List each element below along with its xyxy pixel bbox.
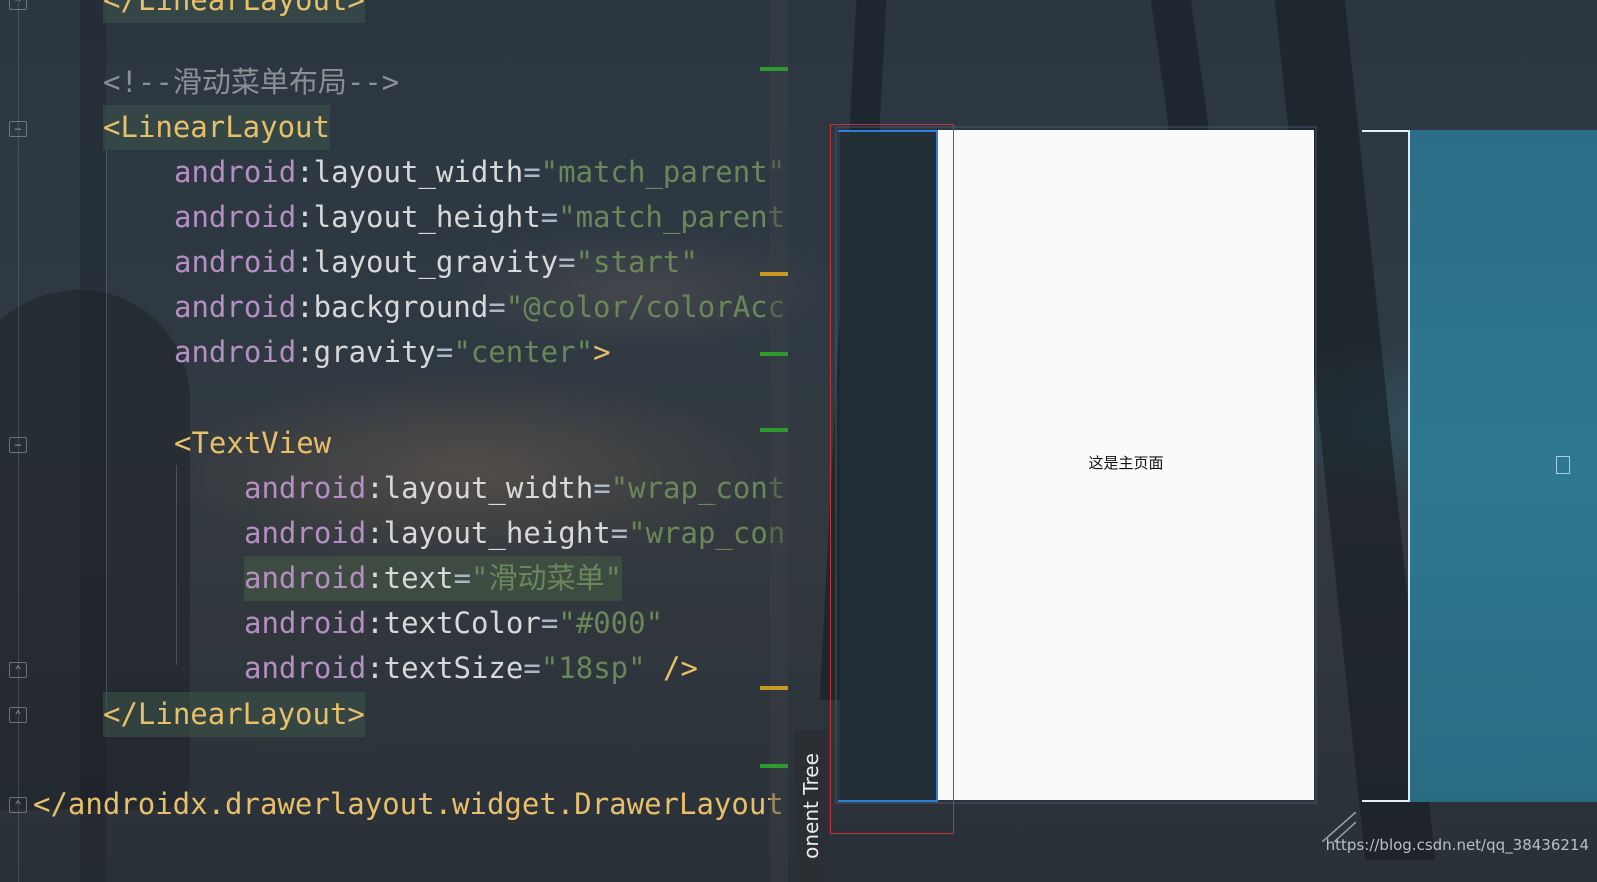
code-token: = <box>558 245 576 279</box>
fold-icon[interactable]: − <box>9 121 27 137</box>
code-token: = <box>523 651 541 685</box>
scroll-marker <box>760 352 788 356</box>
code-token: "@color/colorAcc <box>505 290 786 324</box>
fold-icon[interactable]: − <box>9 437 27 453</box>
fold-icon[interactable]: ⌃ <box>9 797 27 813</box>
scroll-marker <box>760 67 788 71</box>
code-line: android:gravity="center"> <box>174 330 611 375</box>
scroll-marker <box>760 428 788 432</box>
code-token: android <box>244 561 367 595</box>
fold-icon[interactable]: ⌃ <box>9 0 27 10</box>
code-token: :layout_height <box>296 200 541 234</box>
code-token: :textSize <box>366 651 524 685</box>
blueprint-widget <box>1556 456 1570 474</box>
code-token: = <box>610 516 629 550</box>
code-token: <TextView <box>174 426 332 460</box>
code-line: </LinearLayout> <box>103 0 365 23</box>
component-tree-tab[interactable]: onent Tree <box>794 730 828 882</box>
code-line: android:layout_height="match_parent <box>174 195 785 240</box>
code-token: "start" <box>575 245 698 279</box>
code-editor[interactable]: ⌃ − − ⌃ ⌃ ⌃ </LinearLayout> <!--滑动菜单布局--… <box>0 0 790 882</box>
scroll-marker <box>760 272 788 276</box>
code-token: android <box>244 606 367 640</box>
code-token: /> <box>645 651 698 685</box>
code-token: </LinearLayout> <box>103 0 365 17</box>
code-token: = <box>593 471 611 505</box>
code-line: android:textSize="18sp" /> <box>244 646 698 691</box>
code-token: android <box>244 651 367 685</box>
code-token: "#000" <box>558 606 664 640</box>
code-line: android:text="滑动菜单" <box>244 556 622 601</box>
code-line: android:textColor="#000" <box>244 601 663 646</box>
code-token: = <box>435 335 454 369</box>
code-token: <!--滑动菜单布局--> <box>103 65 400 99</box>
code-token: "wrap_cont <box>610 471 786 505</box>
fold-icon[interactable]: ⌃ <box>9 707 27 723</box>
editor-scrollbar[interactable] <box>770 0 788 882</box>
code-line: android:layout_gravity="start" <box>174 240 698 285</box>
scroll-marker <box>760 764 788 768</box>
main-page-preview[interactable]: 这是主页面 <box>938 130 1314 800</box>
code-token: :gravity <box>296 335 436 369</box>
code-token: <LinearLayout <box>103 110 330 144</box>
code-token: android <box>174 335 297 369</box>
code-token: "18sp" <box>540 651 646 685</box>
code-token: = <box>488 290 506 324</box>
code-line: <LinearLayout <box>103 105 330 150</box>
code-token: "wrap_con <box>628 516 786 550</box>
code-token: android <box>174 290 297 324</box>
code-token: = <box>540 606 559 640</box>
code-token: = <box>540 200 559 234</box>
code-token: :layout_width <box>296 155 524 189</box>
code-line: <!--滑动菜单布局--> <box>103 60 399 105</box>
code-token: :layout_gravity <box>296 245 559 279</box>
code-token: android <box>174 155 297 189</box>
code-line: android:layout_height="wrap_con <box>244 511 785 556</box>
code-token: android <box>244 471 367 505</box>
code-line: android:layout_width="wrap_cont <box>244 466 785 511</box>
code-line: </androidx.drawerlayout.widget.DrawerLay… <box>33 782 784 827</box>
code-token: :layout_height <box>366 516 611 550</box>
code-line: </LinearLayout> <box>103 692 365 737</box>
code-line: <TextView <box>174 421 331 466</box>
code-token: "match_parent" <box>540 155 786 189</box>
code-token: :background <box>296 290 489 324</box>
code-token: > <box>593 335 611 369</box>
code-token: </androidx.drawerlayout.widget.DrawerLay… <box>33 787 784 821</box>
code-token: = <box>523 155 541 189</box>
code-token: "center" <box>453 335 594 369</box>
code-token: = <box>453 561 471 595</box>
code-token: android <box>244 516 367 550</box>
code-token: </LinearLayout> <box>103 697 365 731</box>
indent-guide <box>176 465 177 665</box>
code-token: android <box>174 200 297 234</box>
code-token: :layout_width <box>366 471 594 505</box>
scroll-marker <box>760 686 788 690</box>
component-tree-tab-label: onent Tree <box>799 753 823 859</box>
main-page-text: 这是主页面 <box>1088 454 1164 472</box>
indent-guide <box>106 150 107 710</box>
fold-icon[interactable]: ⌃ <box>9 662 27 678</box>
code-token: "滑动菜单" <box>471 561 622 595</box>
code-token: :text <box>366 561 454 595</box>
code-line: android:layout_width="match_parent" <box>174 150 785 195</box>
selected-component-box[interactable] <box>830 124 954 834</box>
code-token: "match_parent <box>558 200 786 234</box>
code-token: :textColor <box>366 606 541 640</box>
code-line: android:background="@color/colorAcc <box>174 285 785 330</box>
code-token: android <box>174 245 297 279</box>
watermark-text: https://blog.csdn.net/qq_38436214 <box>1325 836 1589 854</box>
